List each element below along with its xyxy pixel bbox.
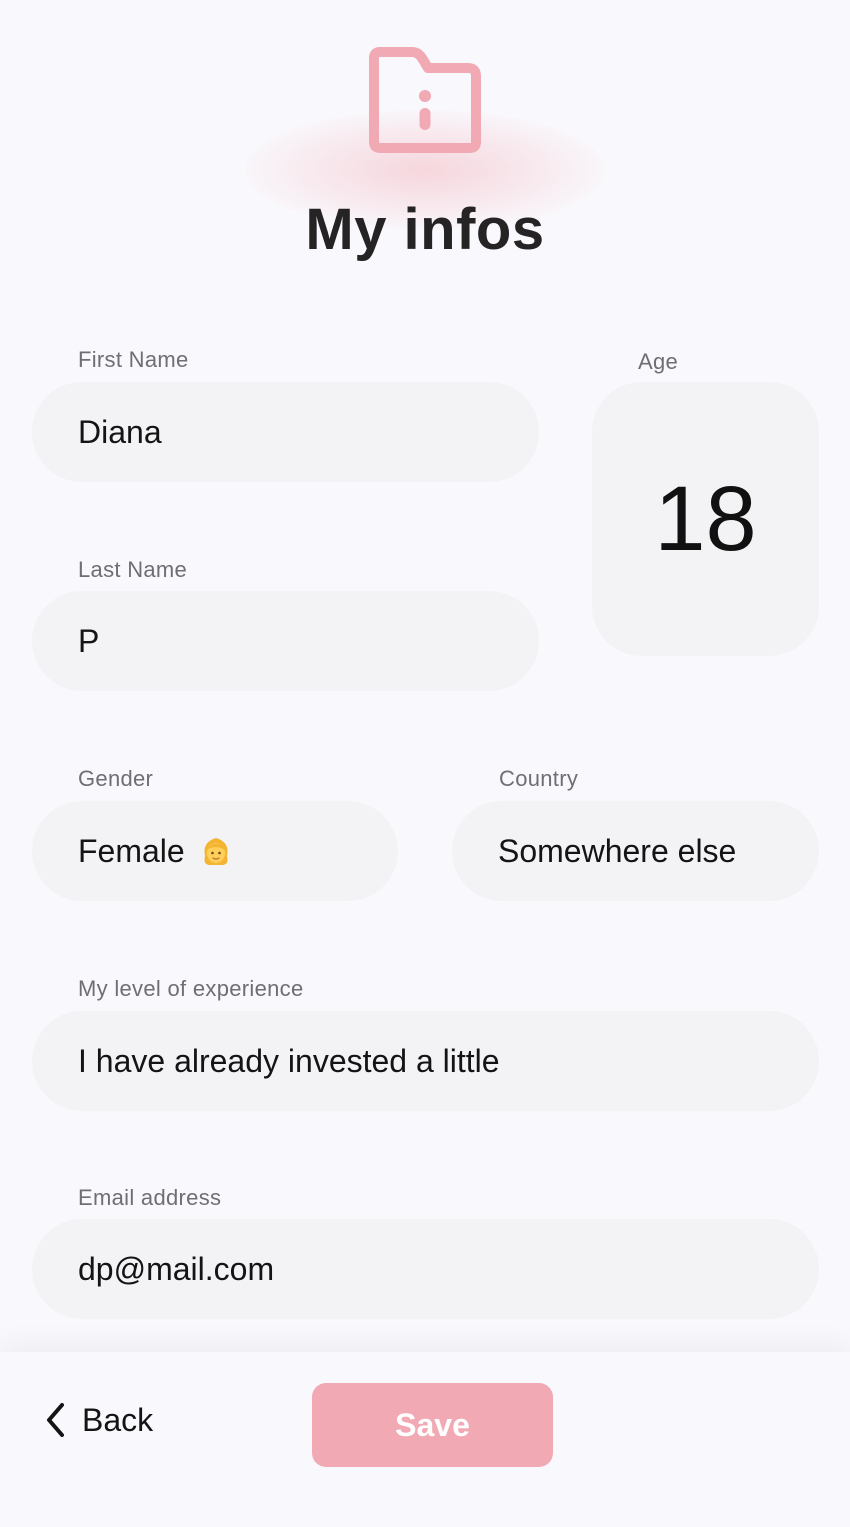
woman-emoji-icon — [204, 838, 228, 865]
last-name-value: P — [78, 622, 100, 659]
my-infos-screen: My infos First Name Diana Age 18 Last Na… — [0, 0, 850, 1527]
first-name-label: First Name — [78, 347, 189, 372]
experience-field[interactable]: I have already invested a little — [32, 1011, 819, 1111]
back-button[interactable]: Back — [44, 1398, 153, 1442]
email-label: Email address — [78, 1185, 222, 1210]
country-value: Somewhere else — [498, 832, 737, 869]
page-title: My infos — [305, 197, 545, 262]
experience-value: I have already invested a little — [78, 1042, 500, 1079]
country-label: Country — [499, 766, 579, 791]
first-name-field[interactable]: Diana — [32, 382, 539, 482]
country-field[interactable]: Somewhere else — [452, 801, 819, 901]
gender-field[interactable]: Female — [32, 801, 398, 901]
gender-value: Female — [78, 832, 185, 869]
first-name-value: Diana — [78, 413, 162, 450]
experience-label: My level of experience — [78, 976, 304, 1001]
age-label: Age — [638, 349, 679, 374]
folder-info-icon — [369, 47, 481, 153]
last-name-label: Last Name — [78, 557, 188, 582]
age-field[interactable]: 18 — [592, 382, 819, 656]
last-name-field[interactable]: P — [32, 591, 539, 691]
email-field[interactable]: dp@mail.com — [32, 1219, 819, 1319]
save-button[interactable]: Save — [312, 1383, 553, 1467]
age-value: 18 — [654, 467, 757, 570]
gender-label: Gender — [78, 766, 154, 791]
email-value: dp@mail.com — [78, 1250, 275, 1287]
chevron-left-icon — [47, 1403, 64, 1437]
back-label: Back — [82, 1401, 154, 1438]
